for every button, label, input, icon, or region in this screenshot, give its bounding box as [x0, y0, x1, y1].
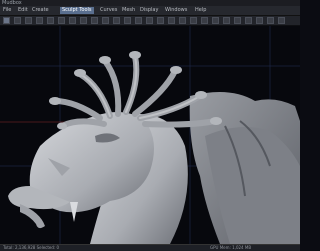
freeze-icon[interactable] — [179, 17, 186, 24]
menu-edit[interactable]: Edit — [18, 7, 28, 14]
menu-display[interactable]: Display — [140, 7, 158, 14]
menu-mesh[interactable]: Mesh — [122, 7, 135, 14]
status-right: GPU Mem: 1,024 MB — [210, 245, 252, 250]
menu-help[interactable]: Help — [195, 7, 206, 14]
pinch-icon[interactable] — [36, 17, 43, 24]
menu-sculpt-tools[interactable]: Sculpt Tools — [60, 7, 94, 14]
grid-icon[interactable] — [267, 17, 274, 24]
render-icon[interactable] — [278, 17, 285, 24]
fill-icon[interactable] — [124, 17, 131, 24]
sculpt-icon[interactable] — [3, 17, 10, 24]
repeat-icon[interactable] — [80, 17, 87, 24]
menu-create[interactable]: Create — [32, 7, 49, 14]
amplify-icon[interactable] — [168, 17, 175, 24]
foamy-icon[interactable] — [58, 17, 65, 24]
menu-windows[interactable]: Windows — [165, 7, 187, 14]
light-icon[interactable] — [256, 17, 263, 24]
status-left: Total: 2,136,928 Selected: 0 — [3, 245, 60, 250]
menu-file[interactable]: File — [3, 7, 11, 14]
smooth-icon[interactable] — [14, 17, 21, 24]
mask-icon[interactable] — [190, 17, 197, 24]
3d-viewport[interactable] — [0, 26, 300, 244]
menu-bar: File Edit Create Sculpt Tools Curves Mes… — [0, 6, 300, 16]
move-icon[interactable] — [212, 17, 219, 24]
grab-icon[interactable] — [25, 17, 32, 24]
smear-icon[interactable] — [146, 17, 153, 24]
bulge-icon[interactable] — [157, 17, 164, 24]
scale-icon[interactable] — [234, 17, 241, 24]
camera-icon[interactable] — [245, 17, 252, 24]
imprint-icon[interactable] — [91, 17, 98, 24]
flatten-icon[interactable] — [47, 17, 54, 24]
knife-icon[interactable] — [135, 17, 142, 24]
menu-curves[interactable]: Curves — [100, 7, 117, 14]
spray-icon[interactable] — [69, 17, 76, 24]
sculpt-toolbar — [0, 16, 300, 26]
scrape-icon[interactable] — [113, 17, 120, 24]
erase-icon[interactable] — [201, 17, 208, 24]
wax-icon[interactable] — [102, 17, 109, 24]
rotate-icon[interactable] — [223, 17, 230, 24]
viewport-canvas[interactable] — [0, 26, 300, 244]
